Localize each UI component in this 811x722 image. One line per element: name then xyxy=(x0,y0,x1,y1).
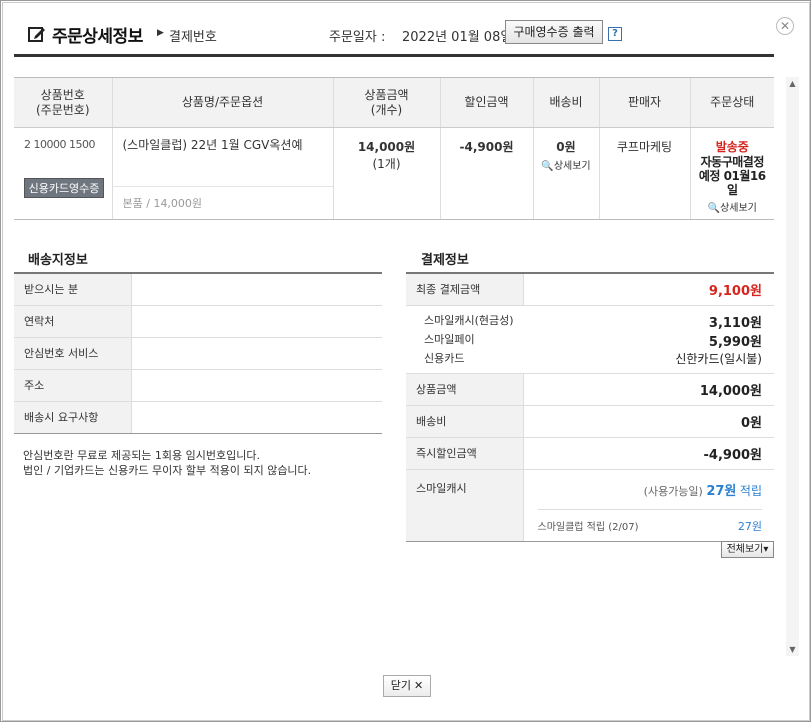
product-amount-value: 14,000원 xyxy=(523,373,774,406)
page-title: 주문상세정보 xyxy=(52,27,143,47)
method-smilecash: 스마일캐시(현금성) 3,110원 xyxy=(424,313,762,331)
shipping-amount: 0원 xyxy=(556,140,576,154)
receiver-value xyxy=(131,272,382,306)
product-name[interactable]: (스마일클럽) 22년 1월 CGV옥션예 xyxy=(123,136,303,153)
product-price: 14,000원 xyxy=(357,140,416,154)
smileclub-accrual: 스마일클럽 적립 (2/07) 27원 xyxy=(537,508,762,534)
col-product: 상품명/주문옵션 xyxy=(111,77,333,128)
breadcrumb-arrow-icon: ▶ xyxy=(157,28,164,38)
contact-value xyxy=(131,305,382,338)
order-number: 2 10000 1500 xyxy=(24,138,95,151)
product-amount-label: 상품금액 xyxy=(406,373,524,406)
shipping-fee-label: 배송비 xyxy=(406,405,524,438)
status-badge: 발송중 xyxy=(715,140,749,154)
table-row: 주소 xyxy=(14,369,382,402)
close-button[interactable]: 닫기 ✕ xyxy=(383,675,431,697)
col-status: 주문상태 xyxy=(689,77,774,128)
table-header-row: 상품번호 (주문번호) 상품명/주문옵션 상품금액 (개수) 할인금액 배송비 … xyxy=(14,77,774,128)
cell-seller: 쿠프마케팅 xyxy=(598,127,690,220)
edit-icon xyxy=(28,27,45,42)
delivery-notice: 안심번호란 무료로 제공되는 1회용 임시번호입니다. 법인 / 기업카드는 신… xyxy=(23,449,312,477)
smilecash-label: 스마일캐시 xyxy=(406,469,524,542)
payment-methods: 스마일캐시(현금성) 3,110원 스마일페이 5,990원 신용카드 신한카드… xyxy=(406,305,774,374)
table-row: 스마일캐시 (사용가능일) 27원 적립 스마일클럽 적립 (2/07) 27원 xyxy=(406,469,774,542)
chevron-down-icon: ▾ xyxy=(763,544,769,555)
table-row: 연락처 xyxy=(14,305,382,338)
print-receipt-button[interactable]: 구매영수증 출력 xyxy=(505,20,603,44)
order-date-value: 2022년 01월 08일 xyxy=(402,30,513,45)
breadcrumb: 결제번호 xyxy=(169,30,217,45)
delivery-title: 배송지정보 xyxy=(28,253,88,268)
scroll-up-icon[interactable]: ▲ xyxy=(786,77,799,90)
contact-label: 연락처 xyxy=(14,305,132,338)
cell-product: (스마일클럽) 22년 1월 CGV옥션예 본품 / 14,000원 xyxy=(111,127,333,220)
col-seller: 판매자 xyxy=(598,77,690,128)
status-detail-link[interactable]: 🔍상세보기 xyxy=(691,199,775,214)
order-date-label: 주문일자 : xyxy=(329,30,386,45)
method-smilepay: 스마일페이 5,990원 xyxy=(424,332,762,350)
table-row: 스마일캐시(현금성) 3,110원 스마일페이 5,990원 신용카드 신한카드… xyxy=(406,305,774,374)
scroll-down-icon[interactable]: ▼ xyxy=(786,643,799,656)
payment-table: 최종 결제금액 9,100원 스마일캐시(현금성) 3,110원 스마일페이 5… xyxy=(406,272,774,542)
order-table: 상품번호 (주문번호) 상품명/주문옵션 상품금액 (개수) 할인금액 배송비 … xyxy=(14,77,774,220)
cell-order-no: 2 10000 1500 신용카드영수증 xyxy=(14,127,112,220)
request-label: 배송시 요구사항 xyxy=(14,401,132,434)
request-value xyxy=(131,401,382,434)
table-row: 안심번호 서비스 xyxy=(14,337,382,370)
safe-number-label: 안심번호 서비스 xyxy=(14,337,132,370)
address-value xyxy=(131,369,382,402)
product-option: 본품 / 14,000원 xyxy=(112,186,333,220)
col-discount: 할인금액 xyxy=(439,77,533,128)
payment-title: 결제정보 xyxy=(421,253,469,268)
table-row: 2 10000 1500 신용카드영수증 (스마일클럽) 22년 1월 CGV옥… xyxy=(14,127,775,220)
safe-number-value xyxy=(131,337,382,370)
table-row: 배송비 0원 xyxy=(406,405,774,438)
view-all-select[interactable]: 전체보기▾ xyxy=(721,541,774,558)
receiver-label: 받으시는 분 xyxy=(14,272,132,306)
close-icon: ✕ xyxy=(414,679,424,692)
cell-shipping: 0원 🔍상세보기 xyxy=(532,127,599,220)
header: 주문상세정보 ▶ 결제번호 주문일자 : 2022년 01월 08일 구매영수증… xyxy=(14,15,774,57)
instant-discount-value: -4,900원 xyxy=(523,437,774,470)
smilecash-accrual: (사용가능일) 27원 적립 xyxy=(643,483,762,499)
delivery-table: 받으시는 분 연락처 안심번호 서비스 주소 배송시 요구사항 xyxy=(14,272,382,434)
table-row: 받으시는 분 xyxy=(14,272,382,306)
address-label: 주소 xyxy=(14,369,132,402)
close-icon[interactable]: ✕ xyxy=(776,17,794,35)
final-amount-value: 9,100원 xyxy=(523,272,774,306)
help-icon[interactable]: ? xyxy=(608,27,622,41)
cell-discount: -4,900원 xyxy=(439,127,533,220)
cell-price: 14,000원 (1개) xyxy=(332,127,440,220)
popup-window: 주문상세정보 ▶ 결제번호 주문일자 : 2022년 01월 08일 구매영수증… xyxy=(0,0,811,722)
table-row: 최종 결제금액 9,100원 xyxy=(406,272,774,306)
col-order-no: 상품번호 (주문번호) xyxy=(14,77,112,128)
magnifier-icon: 🔍 xyxy=(541,161,554,172)
shipping-fee-value: 0원 xyxy=(523,405,774,438)
method-credit-card: 신용카드 신한카드(일시불) xyxy=(424,351,762,366)
col-shipping: 배송비 xyxy=(532,77,599,128)
magnifier-icon: 🔍 xyxy=(707,203,721,214)
final-amount-label: 최종 결제금액 xyxy=(406,272,524,306)
smilecash-detail: (사용가능일) 27원 적립 스마일클럽 적립 (2/07) 27원 xyxy=(523,469,774,542)
cell-status: 발송중 자동구매결정 예정 01월16 일 🔍상세보기 xyxy=(689,127,775,220)
status-auto-day: 일 xyxy=(726,183,738,197)
table-row: 상품금액 14,000원 xyxy=(406,373,774,406)
instant-discount-label: 즉시할인금액 xyxy=(406,437,524,470)
table-row: 즉시할인금액 -4,900원 xyxy=(406,437,774,470)
card-receipt-button[interactable]: 신용카드영수증 xyxy=(24,178,104,198)
scrollbar[interactable]: ▲ ▼ xyxy=(786,77,799,656)
shipping-detail-link[interactable]: 🔍상세보기 xyxy=(534,157,599,172)
product-qty: (1개) xyxy=(372,157,401,171)
table-row: 배송시 요구사항 xyxy=(14,401,382,434)
status-auto-confirm: 자동구매결정 xyxy=(700,155,765,169)
col-price: 상품금액 (개수) xyxy=(332,77,440,128)
status-auto-date: 예정 01월16 xyxy=(698,169,766,183)
